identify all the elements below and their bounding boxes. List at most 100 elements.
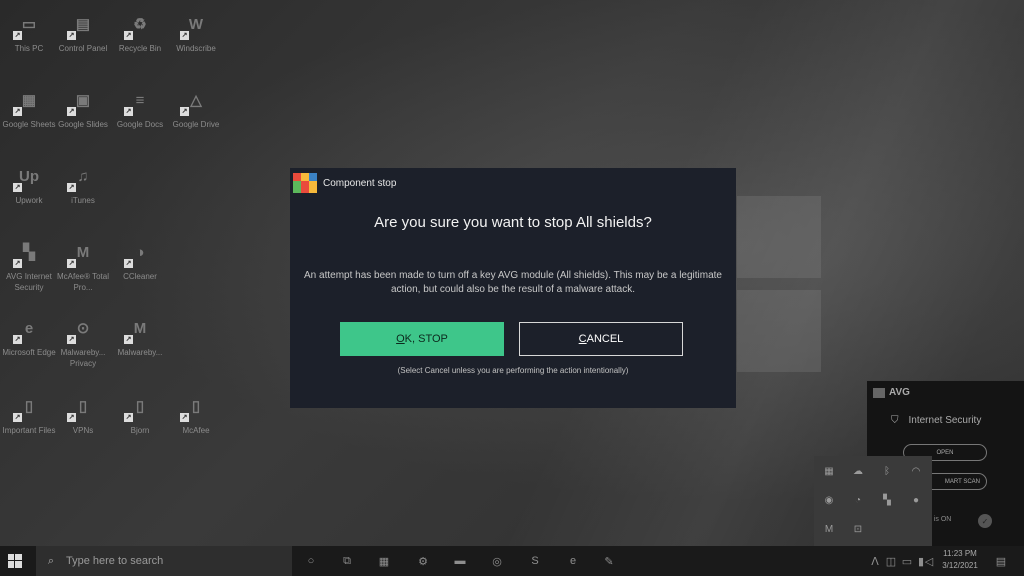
shortcut-arrow-icon: ↗ <box>180 413 189 422</box>
desktop-icon[interactable]: △ ↗ Google Drive <box>168 84 224 130</box>
component-stop-dialog: Component stop Are you sure you want to … <box>290 168 736 408</box>
desktop-icon[interactable]: ▣ ↗ Google Slides <box>55 84 111 130</box>
task-view-icon[interactable]: ⧉ <box>340 554 354 568</box>
shortcut-arrow-icon: ↗ <box>67 413 76 422</box>
windows-start-icon[interactable] <box>8 554 22 568</box>
file-explorer-icon[interactable]: ▬ <box>453 554 467 568</box>
tray-overflow-panel: ▦ ☁ ᛒ ◠ ◉ ◔ ▚ ● M ⊡ <box>814 456 932 546</box>
pen-tool-icon[interactable]: ✎ <box>602 554 616 568</box>
desktop-icon-label: Recycle Bin <box>118 44 162 53</box>
shortcut-arrow-icon: ↗ <box>124 259 133 268</box>
desktop-icon[interactable]: M ↗ Malwareby... <box>112 312 168 358</box>
desktop-icon[interactable]: ▭ ↗ This PC <box>1 8 57 54</box>
wallpaper-window-pane <box>737 290 821 372</box>
desktop-icon[interactable]: W ↗ Windscribe <box>168 8 224 54</box>
desktop-icon-label: VPNs <box>72 426 94 435</box>
shortcut-arrow-icon: ↗ <box>180 31 189 40</box>
cortana-icon[interactable]: ○ <box>304 554 318 568</box>
chrome-icon[interactable]: ◎ <box>490 554 504 568</box>
desktop-icon[interactable]: e ↗ Microsoft Edge <box>1 312 57 358</box>
shortcut-arrow-icon: ↗ <box>124 413 133 422</box>
cancel-button[interactable]: C ANCEL <box>519 322 683 356</box>
desktop-icon-label: Malwareby... Privacy <box>60 348 106 368</box>
desktop-icon[interactable]: ▦ ↗ Google Sheets <box>1 84 57 130</box>
desktop-icon-label: Google Docs <box>116 120 164 129</box>
shortcut-arrow-icon: ↗ <box>13 31 22 40</box>
ok-stop-button[interactable]: O K, STOP <box>340 322 504 356</box>
eye-icon[interactable]: ◉ <box>822 493 836 507</box>
desktop-app-icon: ▤ ↗ <box>67 15 91 40</box>
avg-brand: AVG <box>873 387 910 398</box>
shortcut-arrow-icon: ↗ <box>124 335 133 344</box>
desktop-icon-label: McAfee® Total Pro... <box>57 272 109 292</box>
tray-app-icon[interactable]: ● <box>909 493 923 507</box>
desktop-icon[interactable]: ▯ ↗ Bjorn <box>112 390 168 436</box>
desktop-app-icon: ≡ ↗ <box>124 91 145 116</box>
tray-app-icon[interactable]: ◫ <box>884 554 898 568</box>
taskbar-search[interactable]: ⌕ Type here to search <box>36 546 292 576</box>
desktop-app-icon: M ↗ <box>67 243 90 268</box>
desktop-icon-label: AVG Internet Security <box>6 272 52 292</box>
dialog-title: Component stop <box>323 178 397 189</box>
shortcut-arrow-icon: ↗ <box>67 183 76 192</box>
desktop-icon-label: CCleaner <box>123 272 157 281</box>
chevron-up-icon[interactable]: ᐱ <box>868 554 882 568</box>
shortcut-arrow-icon: ↗ <box>180 107 189 116</box>
desktop-app-icon: △ ↗ <box>180 91 202 116</box>
desktop-app-icon: ▯ ↗ <box>67 397 88 422</box>
desktop-app-icon: ♫ ↗ <box>67 167 89 192</box>
desktop-icon-label: Control Panel <box>58 44 108 53</box>
shortcut-arrow-icon: ↗ <box>67 107 76 116</box>
desktop-icon-label: Windscribe <box>176 44 216 53</box>
desktop-icon[interactable]: ◑ ↗ CCleaner <box>112 236 168 282</box>
edge-icon[interactable]: e <box>566 554 580 568</box>
desktop-app-icon: Up ↗ <box>13 167 39 192</box>
mcafee-icon[interactable]: M <box>822 522 836 536</box>
calculator-icon[interactable]: ▦ <box>377 554 391 568</box>
desktop-icon[interactable]: ⊙ ↗ Malwareby... Privacy <box>55 312 111 369</box>
tray-app-icon[interactable]: ⊡ <box>851 522 865 536</box>
desktop-icon[interactable]: Up ↗ Upwork <box>1 160 57 206</box>
desktop-app-icon: M ↗ <box>124 319 147 344</box>
clock-date: 3/12/2021 <box>942 561 978 570</box>
desktop-icon[interactable]: ▚ ↗ AVG Internet Security <box>1 236 57 293</box>
desktop-icon-label: Upwork <box>15 196 43 205</box>
skype-icon[interactable]: S <box>528 554 542 568</box>
desktop-icon[interactable]: ▯ ↗ Important Files <box>1 390 57 436</box>
network-icon[interactable]: ▭ <box>900 554 914 568</box>
desktop-icon[interactable]: ▯ ↗ McAfee <box>168 390 224 436</box>
dialog-titlebar: Component stop <box>290 168 736 198</box>
desktop-app-icon: ♻ ↗ <box>124 15 147 40</box>
desktop-app-icon: ▯ ↗ <box>180 397 201 422</box>
check-icon: ✓ <box>978 514 992 528</box>
desktop-icon-label: iTunes <box>71 196 95 205</box>
desktop-app-icon: ▚ ↗ <box>13 243 35 268</box>
ok-label: K, STOP <box>404 333 448 345</box>
desktop-icon[interactable]: M ↗ McAfee® Total Pro... <box>55 236 111 293</box>
bluetooth-icon[interactable]: ᛒ <box>880 464 894 478</box>
desktop-icon-label: Malwareby... <box>117 348 163 357</box>
shortcut-arrow-icon: ↗ <box>67 259 76 268</box>
avg-smart-scan-button[interactable]: MART SCAN <box>924 473 987 490</box>
desktop-icon[interactable]: ♻ ↗ Recycle Bin <box>112 8 168 54</box>
search-icon: ⌕ <box>47 554 55 567</box>
settings-gear-icon[interactable]: ⚙ <box>416 554 430 568</box>
tray-cloud-icon[interactable]: ☁ <box>851 464 865 478</box>
taskbar-clock[interactable]: 11:23 PM 3/12/2021 <box>934 548 986 572</box>
desktop-icon[interactable]: ▯ ↗ VPNs <box>55 390 111 436</box>
tray-app-icon[interactable]: ▦ <box>822 464 836 478</box>
desktop-icon[interactable]: ▤ ↗ Control Panel <box>55 8 111 54</box>
avg-logo-icon <box>293 173 317 193</box>
desktop-icon-label: McAfee <box>182 426 210 435</box>
notification-icon[interactable]: ▤ <box>994 554 1008 568</box>
clock-app-icon[interactable]: ◔ <box>851 493 865 507</box>
desktop-icon-label: Google Sheets <box>2 120 56 129</box>
desktop-app-icon: ◑ ↗ <box>124 243 145 268</box>
desktop-app-icon: W ↗ <box>180 15 204 40</box>
avg-brand-label: AVG <box>889 387 910 398</box>
cancel-label: ANCEL <box>586 333 624 345</box>
desktop-icon[interactable]: ≡ ↗ Google Docs <box>112 84 168 130</box>
wifi-icon[interactable]: ◠ <box>909 464 923 478</box>
tray-app-icon[interactable]: ▚ <box>880 493 894 507</box>
desktop-icon[interactable]: ♫ ↗ iTunes <box>55 160 111 206</box>
